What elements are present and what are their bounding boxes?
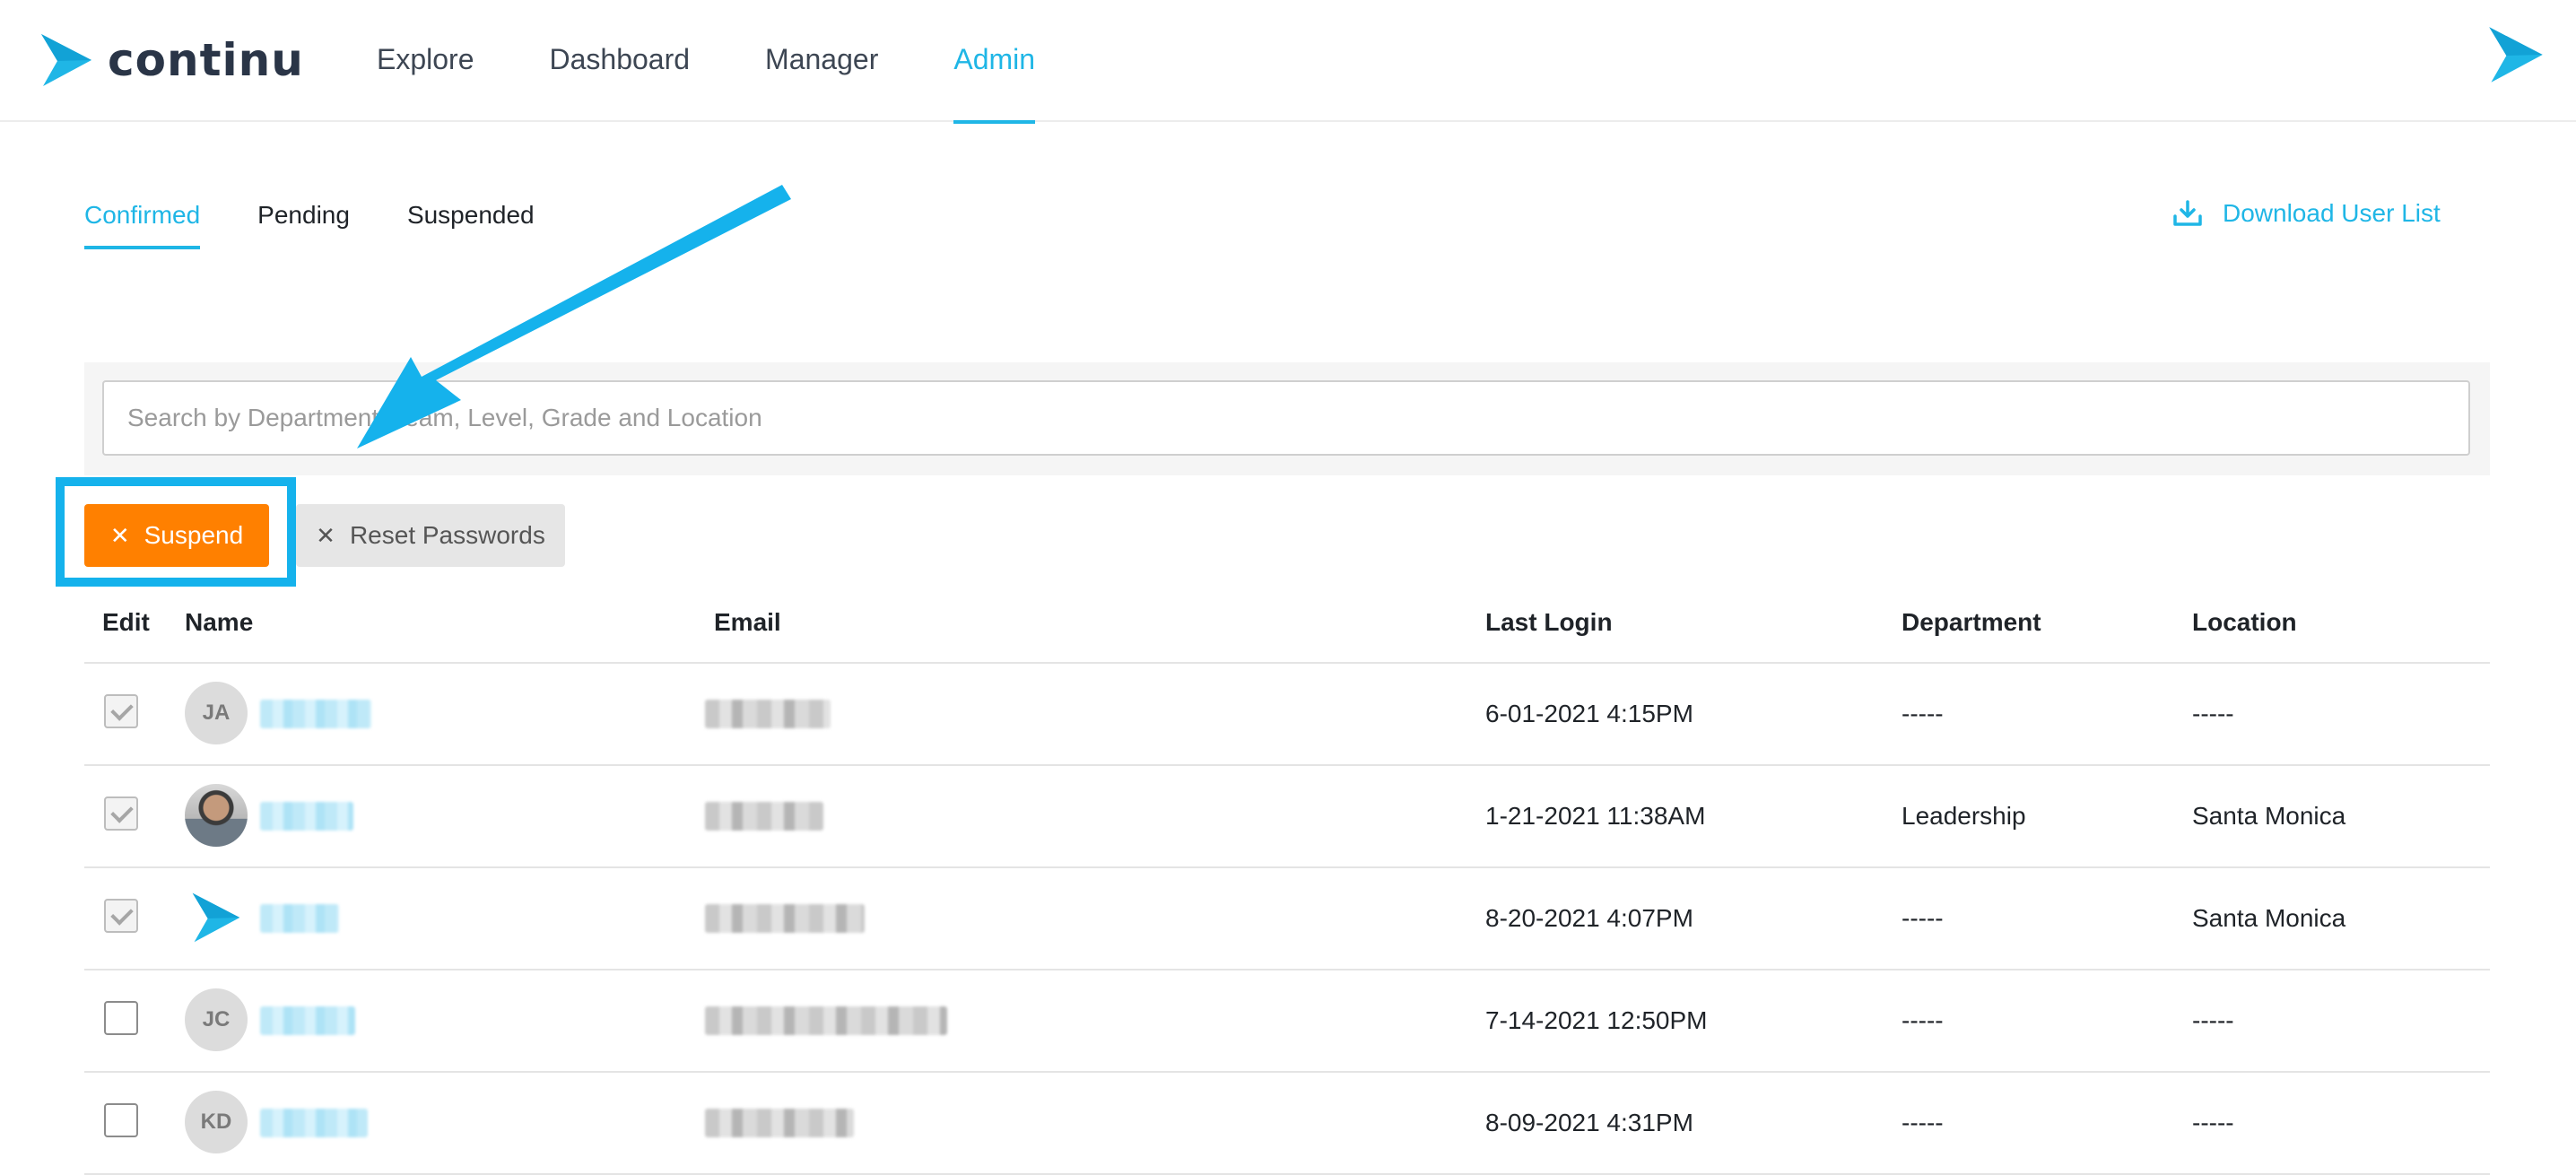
download-icon (2173, 200, 2202, 226)
top-navigation-bar: continu Explore Dashboard Manager Admin (0, 0, 2576, 124)
user-name-link-redacted[interactable] (260, 802, 353, 831)
department-value: ----- (1902, 700, 1944, 727)
nav-item-admin[interactable]: Admin (953, 0, 1035, 124)
reset-passwords-label: Reset Passwords (349, 521, 545, 549)
nav-item-dashboard[interactable]: Dashboard (550, 0, 691, 122)
table-row[interactable]: KD 8-09-2021 4:31PM ----- ----- (84, 1073, 2490, 1175)
location-value: ----- (2192, 1109, 2234, 1136)
column-header-name[interactable]: Name (185, 608, 253, 637)
location-value: ----- (2192, 700, 2234, 727)
row-select-checkbox[interactable] (104, 1103, 138, 1137)
column-header-edit[interactable]: Edit (102, 608, 150, 637)
column-header-location[interactable]: Location (2192, 608, 2297, 637)
user-name-link-redacted[interactable] (260, 700, 371, 728)
main-nav: Explore Dashboard Manager Admin (377, 0, 1110, 124)
avatar: JC (185, 988, 248, 1051)
brand-arrow-icon (192, 892, 240, 943)
location-value: Santa Monica (2192, 802, 2346, 830)
location-value: ----- (2192, 1006, 2234, 1034)
row-select-checkbox[interactable] (104, 1001, 138, 1035)
avatar: KD (185, 1091, 248, 1153)
tab-suspended[interactable]: Suspended (407, 201, 535, 249)
suspend-button[interactable]: ✕ Suspend (84, 504, 269, 567)
user-email-redacted (705, 802, 823, 831)
user-name-link-redacted[interactable] (260, 1109, 368, 1137)
user-email-redacted (705, 904, 865, 933)
last-login-value: 6-01-2021 4:15PM (1485, 700, 1693, 727)
download-user-list-link[interactable]: Download User List (2172, 199, 2441, 228)
close-icon: ✕ (109, 521, 130, 549)
nav-item-manager[interactable]: Manager (765, 0, 878, 122)
table-row[interactable]: JA 6-01-2021 4:15PM ----- ----- (84, 664, 2490, 766)
department-value: ----- (1902, 1006, 1944, 1034)
user-email-redacted (705, 1006, 947, 1035)
user-email-redacted (705, 700, 831, 728)
profile-brand-icon[interactable] (2486, 23, 2546, 91)
row-select-checkbox[interactable] (104, 796, 138, 831)
last-login-value: 8-20-2021 4:07PM (1485, 904, 1693, 932)
suspend-label: Suspend (144, 521, 244, 549)
last-login-value: 7-14-2021 12:50PM (1485, 1006, 1708, 1034)
user-name-link-redacted[interactable] (260, 1006, 355, 1035)
brand-wordmark: continu (108, 34, 304, 86)
user-email-redacted (705, 1109, 854, 1137)
location-value: Santa Monica (2192, 904, 2346, 932)
user-status-tabs: Confirmed Pending Suspended (84, 201, 592, 249)
tab-pending[interactable]: Pending (257, 201, 350, 249)
table-header: Edit Name Email Last Login Department Lo… (84, 597, 2490, 664)
search-panel (84, 362, 2490, 475)
download-label: Download User List (2223, 199, 2441, 227)
last-login-value: 8-09-2021 4:31PM (1485, 1109, 1693, 1136)
nav-item-explore[interactable]: Explore (377, 0, 474, 122)
table-row[interactable]: JC 7-14-2021 12:50PM ----- ----- (84, 970, 2490, 1073)
users-table: Edit Name Email Last Login Department Lo… (84, 597, 2490, 1175)
brand-arrow-icon (2489, 27, 2543, 83)
table-row[interactable]: 1-21-2021 11:38AM Leadership Santa Monic… (84, 766, 2490, 868)
reset-passwords-button[interactable]: ✕ Reset Passwords (296, 504, 565, 567)
row-select-checkbox[interactable] (104, 694, 138, 728)
brand-logo[interactable]: continu (39, 30, 304, 90)
avatar (185, 784, 248, 847)
avatar: JA (185, 682, 248, 744)
brand-arrow-icon (41, 34, 91, 86)
search-input[interactable] (102, 380, 2470, 456)
avatar (185, 886, 248, 949)
last-login-value: 1-21-2021 11:38AM (1485, 802, 1706, 830)
department-value: ----- (1902, 904, 1944, 932)
department-value: Leadership (1902, 802, 2026, 830)
column-header-department[interactable]: Department (1902, 608, 2041, 637)
close-icon: ✕ (316, 521, 335, 549)
user-name-link-redacted[interactable] (260, 904, 339, 933)
department-value: ----- (1902, 1109, 1944, 1136)
row-select-checkbox[interactable] (104, 899, 138, 933)
tab-confirmed[interactable]: Confirmed (84, 201, 201, 249)
column-header-last-login[interactable]: Last Login (1485, 608, 1613, 637)
column-header-email[interactable]: Email (714, 608, 781, 637)
table-row[interactable]: 8-20-2021 4:07PM ----- Santa Monica (84, 868, 2490, 970)
